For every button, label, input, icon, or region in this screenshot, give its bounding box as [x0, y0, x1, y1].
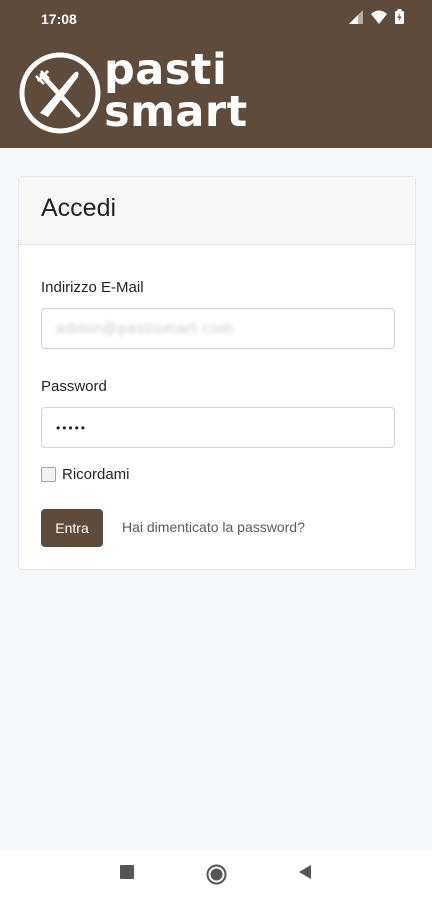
signal-icon [349, 9, 363, 29]
brand-line-2: smart [104, 87, 248, 137]
password-value: ••••• [56, 420, 88, 435]
email-value: admin@pastismart.com [56, 320, 234, 337]
page-title: Accedi [41, 194, 117, 222]
email-field[interactable]: admin@pastismart.com [41, 308, 395, 349]
login-card: Accedi Indirizzo E-Mail admin@pastismart… [18, 176, 416, 570]
system-nav-bar [0, 850, 432, 900]
remember-me[interactable]: Ricordami [41, 466, 130, 483]
remember-label: Ricordami [62, 466, 130, 483]
back-icon[interactable] [298, 865, 312, 884]
status-time: 17:08 [41, 11, 77, 27]
wifi-icon [371, 10, 387, 29]
forgot-password-link[interactable]: Hai dimenticato la password? [122, 519, 305, 535]
home-icon[interactable] [206, 864, 227, 890]
email-label: Indirizzo E-Mail [41, 279, 144, 296]
recents-icon[interactable] [120, 865, 134, 884]
brand-line-1: pasti [104, 45, 228, 95]
fork-knife-plate-icon [19, 52, 101, 134]
brand-logo: pasti smart [18, 49, 278, 137]
remember-checkbox[interactable] [41, 467, 56, 482]
card-header: Accedi [19, 177, 415, 245]
login-button[interactable]: Entra [41, 509, 103, 547]
password-label: Password [41, 378, 107, 395]
status-bar: 17:08 [0, 0, 432, 38]
password-field[interactable]: ••••• [41, 407, 395, 448]
battery-icon [395, 9, 404, 29]
status-icons [349, 9, 404, 29]
app-header: 17:08 pasti smart [0, 0, 432, 148]
brand-name: pasti smart [104, 45, 248, 137]
